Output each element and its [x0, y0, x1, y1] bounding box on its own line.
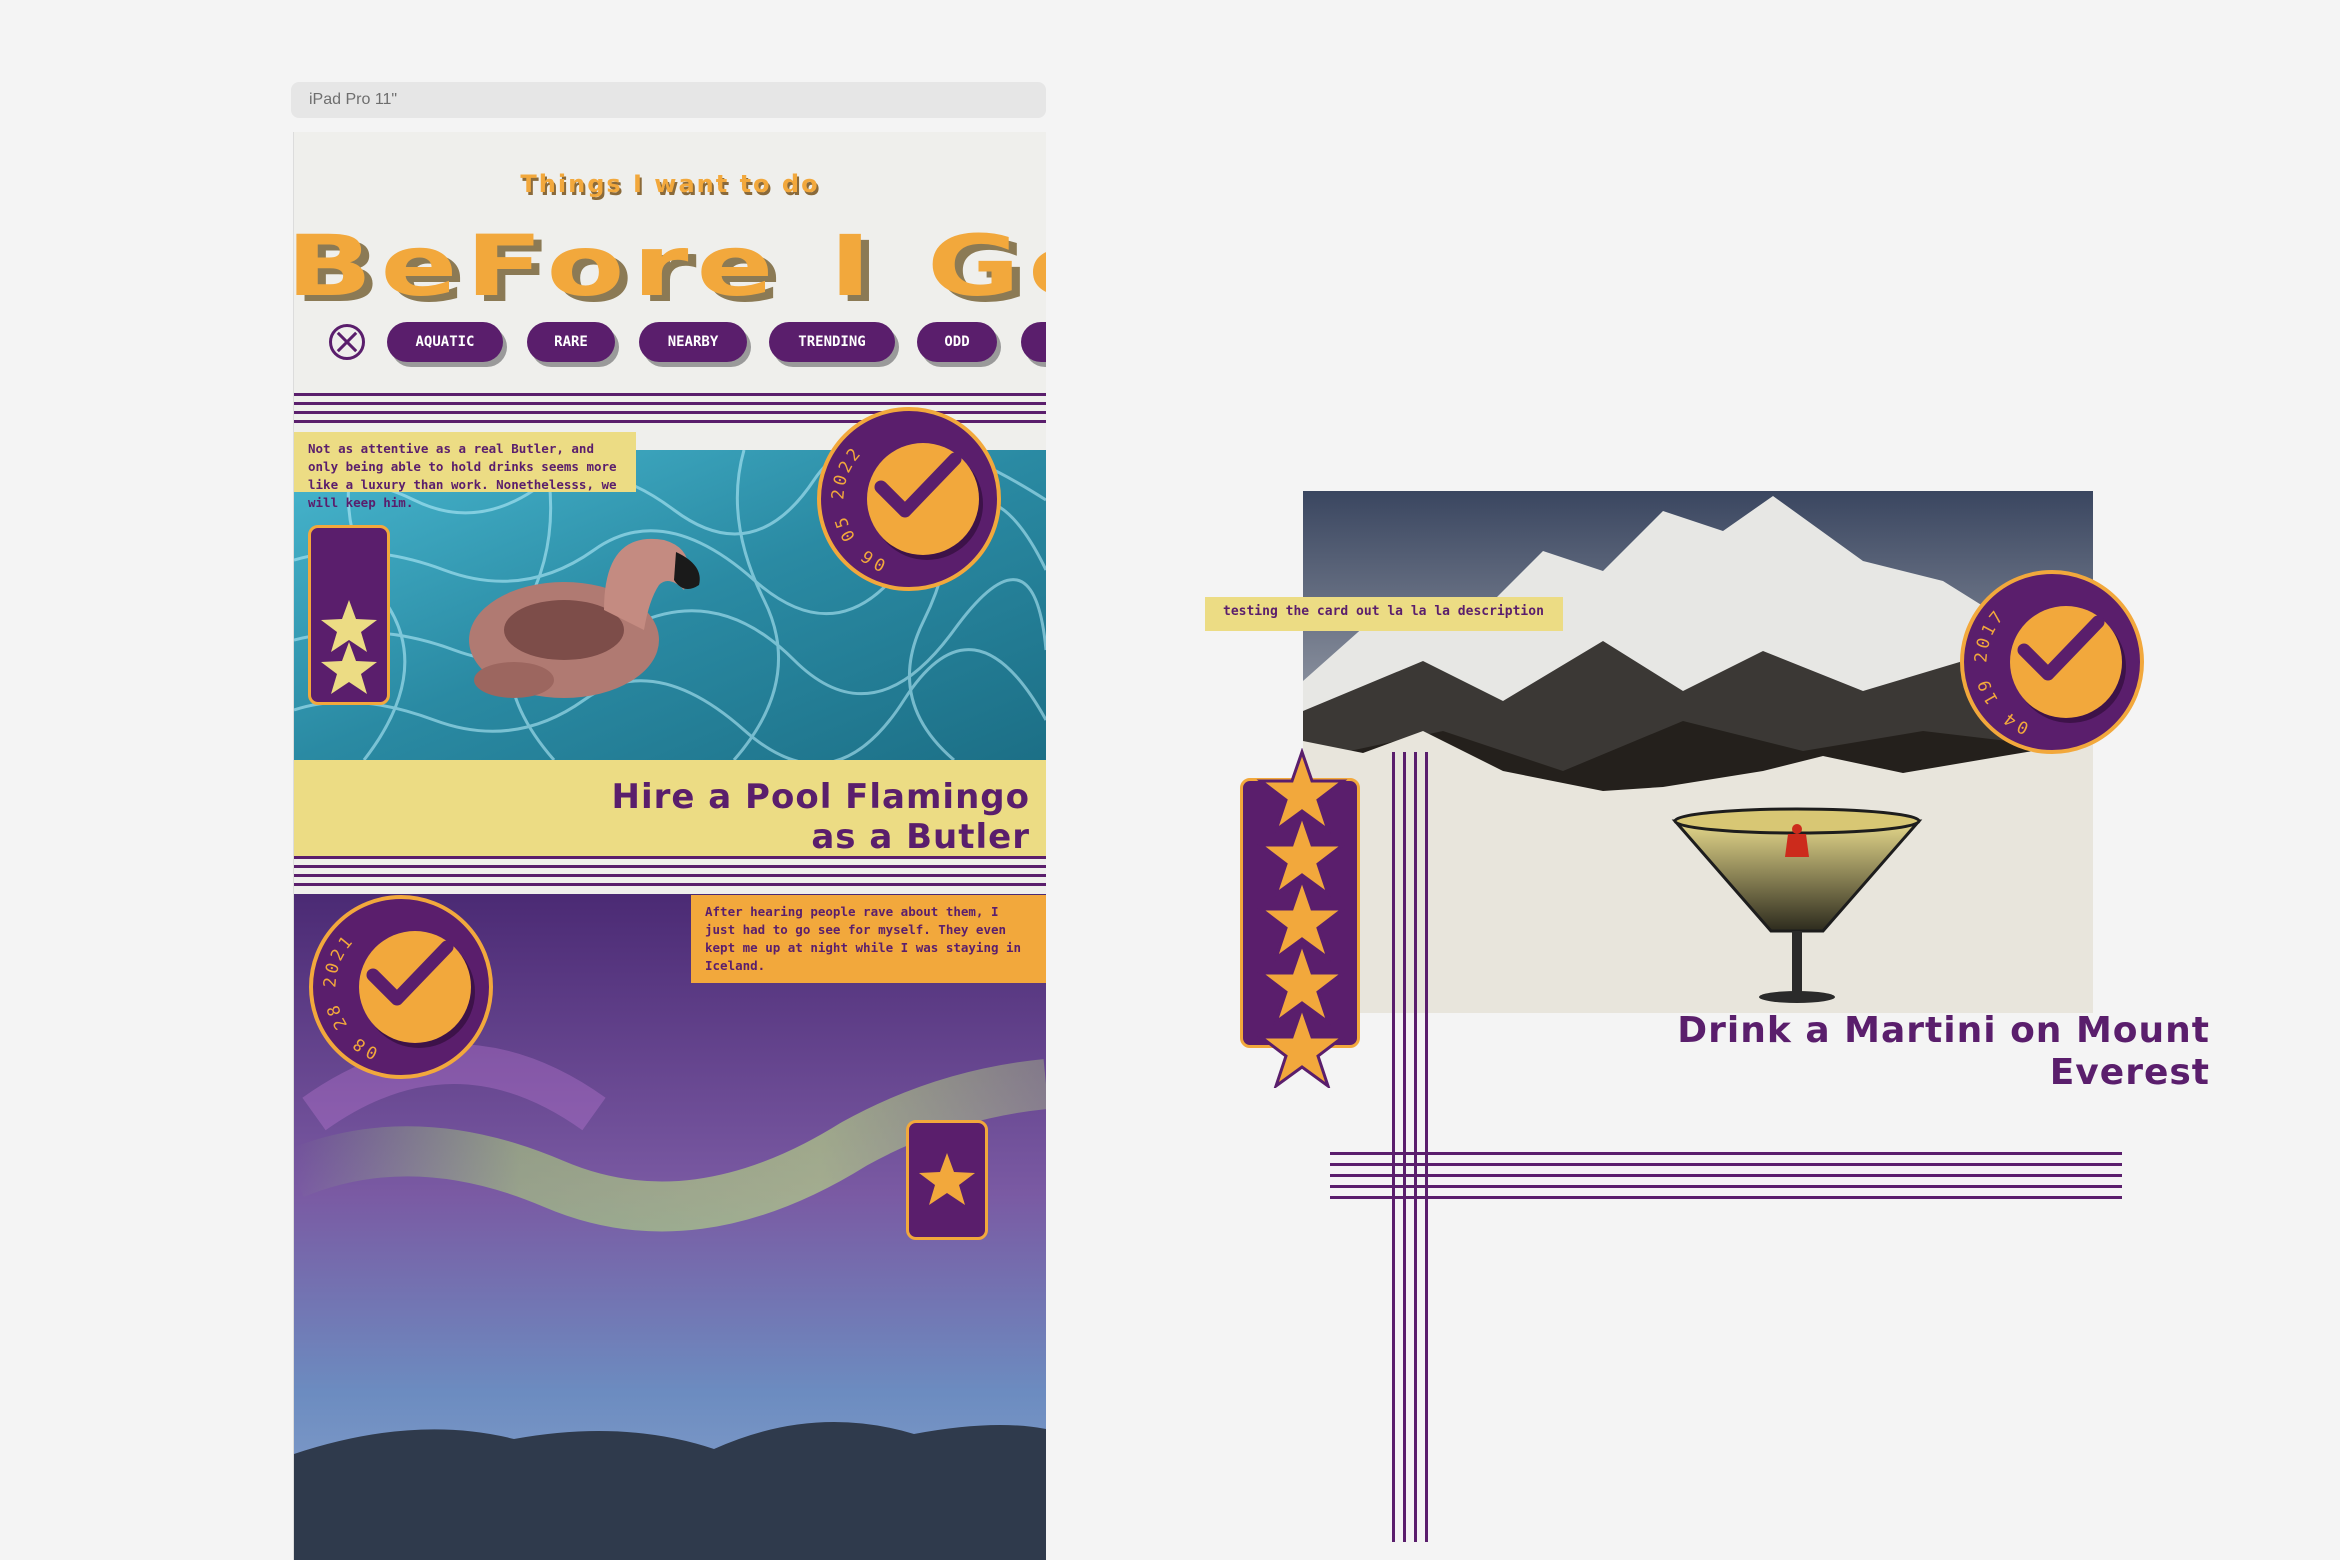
filter-chip-more[interactable] [1021, 322, 1046, 362]
completed-date-badge: 08 28 2021 [309, 895, 493, 1079]
card-title: Drink a Martini on Mount Everest [1677, 1010, 2210, 1093]
badge-date: 04 19 2017 [1971, 605, 2032, 737]
filter-chip-nearby[interactable]: NEARBY [639, 322, 747, 362]
card-stripes [294, 856, 1046, 892]
card-title: Hire a Pool Flamingo as a Butler [611, 777, 1030, 857]
filter-chip-odd[interactable]: ODD [917, 322, 997, 362]
completed-date-badge: 04 19 2017 [1960, 570, 2144, 754]
ipad-frame: Things I want to do BeFore I Go AQUATIC … [293, 132, 1046, 1560]
badge-date: 06 05 2022 [828, 442, 889, 574]
frame-label[interactable]: iPad Pro 11" [291, 82, 1046, 118]
svg-text:08 28 2021: 08 28 2021 [320, 930, 381, 1062]
card-description: After hearing people rave about them, I … [691, 895, 1046, 983]
filter-chip-trending[interactable]: TRENDING [769, 322, 895, 362]
card-description: Not as attentive as a real Butler, and o… [294, 432, 636, 510]
star-icon [1256, 1003, 1348, 1088]
clear-x-icon[interactable] [329, 324, 365, 360]
card-stripes [1392, 752, 1428, 1542]
svg-text:06 05 2022: 06 05 2022 [828, 442, 889, 574]
rating-card [906, 1120, 988, 1240]
page-subtitle: Things I want to do [520, 170, 820, 198]
card-description: testing the card out la la la descriptio… [1205, 597, 1563, 631]
filter-chip-aquatic[interactable]: AQUATIC [387, 322, 503, 362]
star-icon [919, 1153, 975, 1205]
star-icon [321, 600, 377, 694]
page-title: BeFore I Go [293, 217, 1046, 315]
rating-card [308, 525, 390, 705]
filter-chip-rare[interactable]: RARE [527, 322, 615, 362]
badge-date: 08 28 2021 [320, 930, 381, 1062]
completed-date-badge: 06 05 2022 [817, 407, 1001, 591]
rating-stars [1256, 748, 1348, 1088]
card-stripes [1330, 1152, 2122, 1199]
svg-text:04 19 2017: 04 19 2017 [1971, 605, 2032, 737]
